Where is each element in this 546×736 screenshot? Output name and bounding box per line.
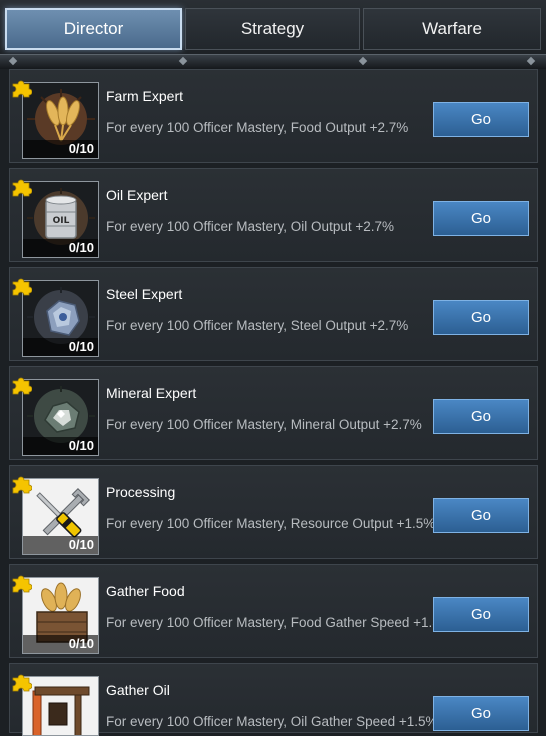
tab-director[interactable]: Director	[5, 8, 182, 50]
tab-divider	[0, 54, 546, 69]
skill-icon-frame: OIL 0/10	[22, 181, 99, 258]
puzzle-piece-icon	[12, 278, 32, 296]
tab-strategy[interactable]: Strategy	[185, 8, 360, 50]
skill-card-farm-expert: 0/10 Farm Expert For every 100 Officer M…	[9, 69, 538, 163]
skill-title: Farm Expert	[106, 88, 184, 104]
puzzle-piece-icon	[12, 575, 32, 593]
progress-counter: 0/10	[23, 635, 98, 653]
skill-title: Oil Expert	[106, 187, 168, 203]
skill-card-mineral-expert: 0/10 Mineral Expert For every 100 Office…	[9, 366, 538, 460]
go-button[interactable]: Go	[433, 498, 529, 533]
go-button[interactable]: Go	[433, 102, 529, 137]
tab-warfare[interactable]: Warfare	[363, 8, 541, 50]
skill-description: For every 100 Officer Mastery, Food Outp…	[106, 120, 409, 135]
skill-description: For every 100 Officer Mastery, Mineral O…	[106, 417, 422, 432]
tab-bar: Director Strategy Warfare	[0, 0, 546, 56]
oil-pump-icon	[23, 677, 98, 735]
skill-description: For every 100 Officer Mastery, Oil Gathe…	[106, 714, 438, 729]
skill-icon-frame: 0/10	[22, 280, 99, 357]
puzzle-piece-icon	[12, 674, 32, 692]
puzzle-piece-icon	[12, 179, 32, 197]
skill-card-oil-expert: OIL 0/10 Oil Expert For every 100 Office…	[9, 168, 538, 262]
skill-title: Steel Expert	[106, 286, 183, 302]
skill-description: For every 100 Officer Mastery, Resource …	[106, 516, 436, 531]
skill-card-gather-food: 0/10 Gather Food For every 100 Officer M…	[9, 564, 538, 658]
progress-counter: 0/10	[23, 140, 98, 158]
go-button[interactable]: Go	[433, 399, 529, 434]
skill-title: Mineral Expert	[106, 385, 197, 401]
skill-description: For every 100 Officer Mastery, Food Gath…	[106, 615, 452, 630]
svg-text:OIL: OIL	[53, 216, 70, 226]
skill-card-steel-expert: 0/10 Steel Expert For every 100 Officer …	[9, 267, 538, 361]
skill-card-gather-oil: Gather Oil For every 100 Officer Mastery…	[9, 663, 538, 736]
skill-list[interactable]: 0/10 Farm Expert For every 100 Officer M…	[0, 68, 546, 736]
puzzle-piece-icon	[12, 476, 32, 494]
skill-card-processing: 0/10 Processing For every 100 Officer Ma…	[9, 465, 538, 559]
progress-counter: 0/10	[23, 338, 98, 356]
skill-icon-frame	[22, 676, 99, 736]
go-button[interactable]: Go	[433, 597, 529, 632]
progress-counter: 0/10	[23, 437, 98, 455]
progress-counter: 0/10	[23, 536, 98, 554]
skill-title: Gather Oil	[106, 682, 170, 698]
skill-title: Processing	[106, 484, 176, 500]
skill-description: For every 100 Officer Mastery, Steel Out…	[106, 318, 409, 333]
skill-icon-frame: 0/10	[22, 577, 99, 654]
skill-description: For every 100 Officer Mastery, Oil Outpu…	[106, 219, 394, 234]
puzzle-piece-icon	[12, 80, 32, 98]
skill-title: Gather Food	[106, 583, 185, 599]
puzzle-piece-icon	[12, 377, 32, 395]
skill-icon-frame: 0/10	[22, 478, 99, 555]
go-button[interactable]: Go	[433, 696, 529, 731]
go-button[interactable]: Go	[433, 300, 529, 335]
progress-counter: 0/10	[23, 239, 98, 257]
go-button[interactable]: Go	[433, 201, 529, 236]
skill-icon-frame: 0/10	[22, 82, 99, 159]
skill-icon-frame: 0/10	[22, 379, 99, 456]
